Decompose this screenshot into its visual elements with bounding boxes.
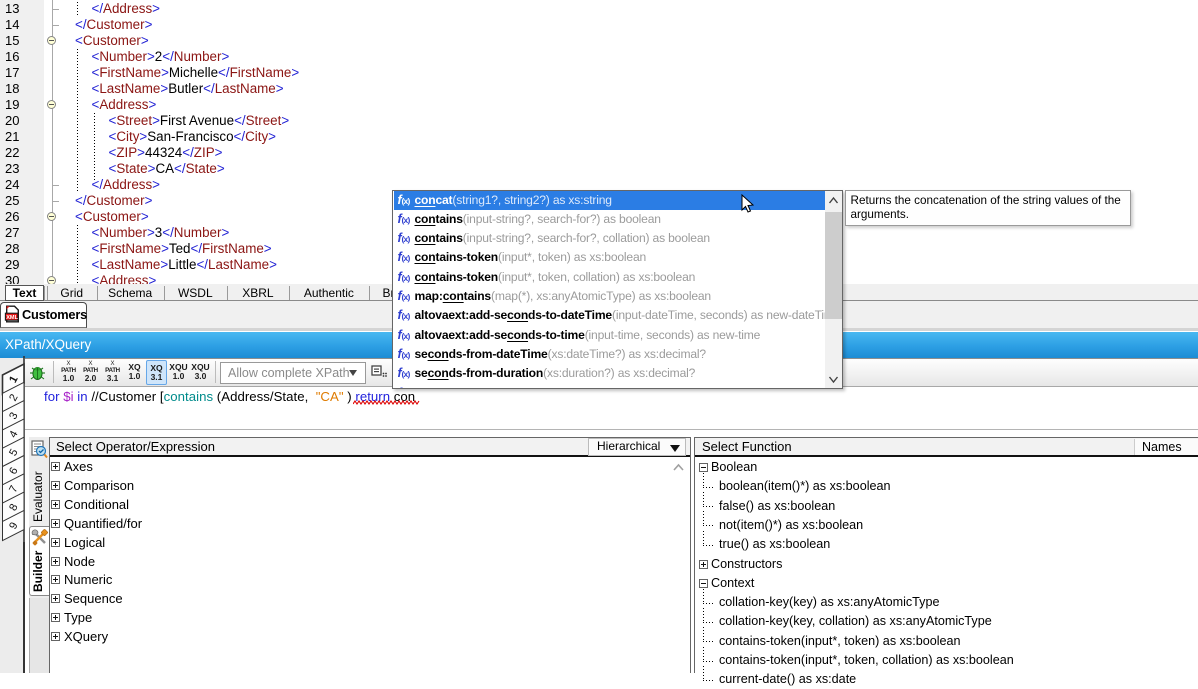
svg-text:XML: XML — [6, 315, 18, 321]
